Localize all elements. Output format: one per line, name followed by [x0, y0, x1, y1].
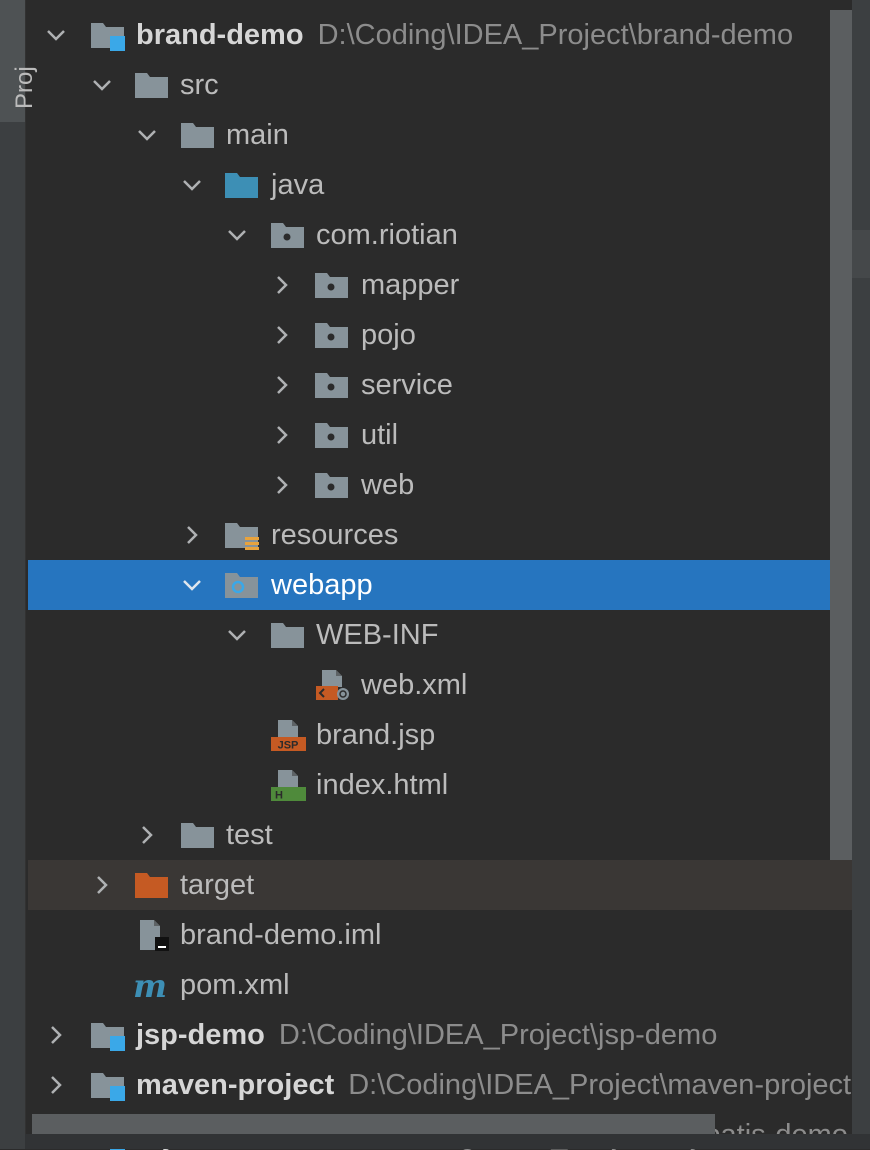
chevron-right-icon[interactable] — [270, 273, 294, 297]
chevron-down-icon[interactable] — [225, 223, 249, 247]
tree-node-package-util[interactable]: util — [28, 410, 852, 460]
folder-icon — [181, 823, 214, 848]
chevron-down-icon[interactable] — [225, 623, 249, 647]
svg-text:H: H — [275, 790, 283, 802]
tree-node-label: test — [226, 819, 273, 851]
chevron-down-icon[interactable] — [135, 123, 159, 147]
project-tool-window-strip: Proj — [0, 0, 38, 1149]
tree-node-brand-jsp[interactable]: JSP brand.jsp — [28, 710, 852, 760]
tree-node-label: target — [180, 869, 255, 901]
tree-node-label: pojo — [361, 319, 416, 351]
module-folder-icon — [91, 23, 125, 51]
tree-node-pom[interactable]: m pom.xml — [28, 960, 852, 1010]
tree-node-label: resources — [271, 519, 399, 551]
excluded-folder-icon — [135, 873, 168, 898]
package-icon — [315, 473, 348, 498]
tree-node-label: maven-project D:\Coding\IDEA_Project\mave… — [136, 1069, 852, 1101]
package-icon — [315, 423, 348, 448]
tree-node-label: brand.jsp — [316, 719, 436, 751]
chevron-right-icon[interactable] — [270, 373, 294, 397]
tree-node-main[interactable]: main — [28, 110, 852, 160]
source-root-folder-icon — [225, 173, 258, 198]
package-icon — [315, 273, 348, 298]
tree-node-label: brand-demo.iml — [180, 919, 382, 951]
tree-node-src[interactable]: src — [28, 60, 852, 110]
tree-node-label: WEB-INF — [316, 619, 439, 651]
project-tree: brand-demo D:\Coding\IDEA_Project\brand-d… — [28, 10, 870, 1150]
tree-node-package-mapper[interactable]: mapper — [28, 260, 852, 310]
tree-node-web-inf[interactable]: WEB-INF — [28, 610, 852, 660]
tree-node-package-pojo[interactable]: pojo — [28, 310, 852, 360]
vertical-scrollbar-thumb[interactable] — [830, 10, 852, 860]
chevron-right-icon[interactable] — [44, 1073, 68, 1097]
tree-node-maven-project[interactable]: maven-project D:\Coding\IDEA_Project\mave… — [28, 1060, 852, 1110]
project-tool-tab[interactable]: Proj — [0, 0, 38, 122]
chevron-down-icon[interactable] — [180, 573, 204, 597]
maven-pom-icon: m — [133, 969, 167, 1001]
tree-node-label: web — [361, 469, 415, 501]
xml-file-icon — [316, 670, 349, 700]
bottom-bar — [25, 1134, 870, 1149]
chevron-right-icon[interactable] — [270, 473, 294, 497]
chevron-right-icon[interactable] — [270, 323, 294, 347]
tree-node-index-html[interactable]: H index.html — [28, 760, 852, 810]
chevron-right-icon[interactable] — [90, 873, 114, 897]
right-gutter — [852, 0, 870, 1149]
chevron-right-icon[interactable] — [44, 1023, 68, 1047]
chevron-down-icon[interactable] — [90, 73, 114, 97]
package-icon — [315, 373, 348, 398]
tree-node-resources[interactable]: resources — [28, 510, 852, 560]
tree-node-webapp[interactable]: webapp — [28, 560, 852, 610]
horizontal-scrollbar-thumb[interactable] — [32, 1114, 715, 1134]
chevron-right-icon[interactable] — [180, 523, 204, 547]
web-resource-folder-icon — [225, 573, 258, 598]
chevron-right-icon[interactable] — [135, 823, 159, 847]
folder-icon — [181, 123, 214, 148]
tree-node-java[interactable]: java — [28, 160, 852, 210]
module-folder-icon — [91, 1073, 125, 1101]
tree-node-label: pom.xml — [180, 969, 290, 1001]
tree-node-label: java — [271, 169, 325, 201]
tree-node-label: com.riotian — [316, 219, 458, 251]
tree-node-label: web.xml — [361, 669, 468, 701]
tree-node-test[interactable]: test — [28, 810, 852, 860]
tree-node-brand-demo[interactable]: brand-demo D:\Coding\IDEA_Project\brand-d… — [28, 10, 852, 60]
tree-node-label: jsp-demo D:\Coding\IDEA_Project\jsp-demo — [136, 1019, 718, 1051]
folder-icon — [271, 623, 304, 648]
tree-node-web-xml[interactable]: web.xml — [28, 660, 852, 710]
folder-icon — [135, 73, 168, 98]
tree-node-jsp-demo[interactable]: jsp-demo D:\Coding\IDEA_Project\jsp-demo — [28, 1010, 852, 1060]
module-folder-icon — [91, 1023, 125, 1051]
chevron-right-icon[interactable] — [270, 423, 294, 447]
gutter-marker — [852, 230, 870, 278]
tree-node-label: main — [226, 119, 289, 151]
tree-node-label: service — [361, 369, 453, 401]
svg-text:m: m — [133, 969, 167, 1001]
jsp-file-icon: JSP — [271, 720, 306, 752]
chevron-down-icon[interactable] — [44, 23, 68, 47]
tree-node-package-web[interactable]: web — [28, 460, 852, 510]
tree-node-package-service[interactable]: service — [28, 360, 852, 410]
resources-root-folder-icon — [225, 523, 259, 550]
tree-node-label: brand-demo D:\Coding\IDEA_Project\brand-d… — [136, 19, 794, 51]
chevron-down-icon[interactable] — [180, 173, 204, 197]
tree-node-label: mapper — [361, 269, 460, 301]
package-icon — [315, 323, 348, 348]
tree-node-target[interactable]: target — [28, 860, 870, 910]
tree-node-label: index.html — [316, 769, 449, 801]
tree-node-label: webapp — [271, 569, 373, 601]
iml-file-icon — [140, 920, 169, 951]
tree-node-package[interactable]: com.riotian — [28, 210, 852, 260]
svg-text:JSP: JSP — [278, 740, 299, 752]
html-file-icon: H — [271, 770, 306, 802]
tree-node-label: util — [361, 419, 399, 451]
package-icon — [271, 223, 304, 248]
tree-node-label: src — [180, 69, 219, 101]
tree-node-iml[interactable]: brand-demo.iml — [28, 910, 852, 960]
